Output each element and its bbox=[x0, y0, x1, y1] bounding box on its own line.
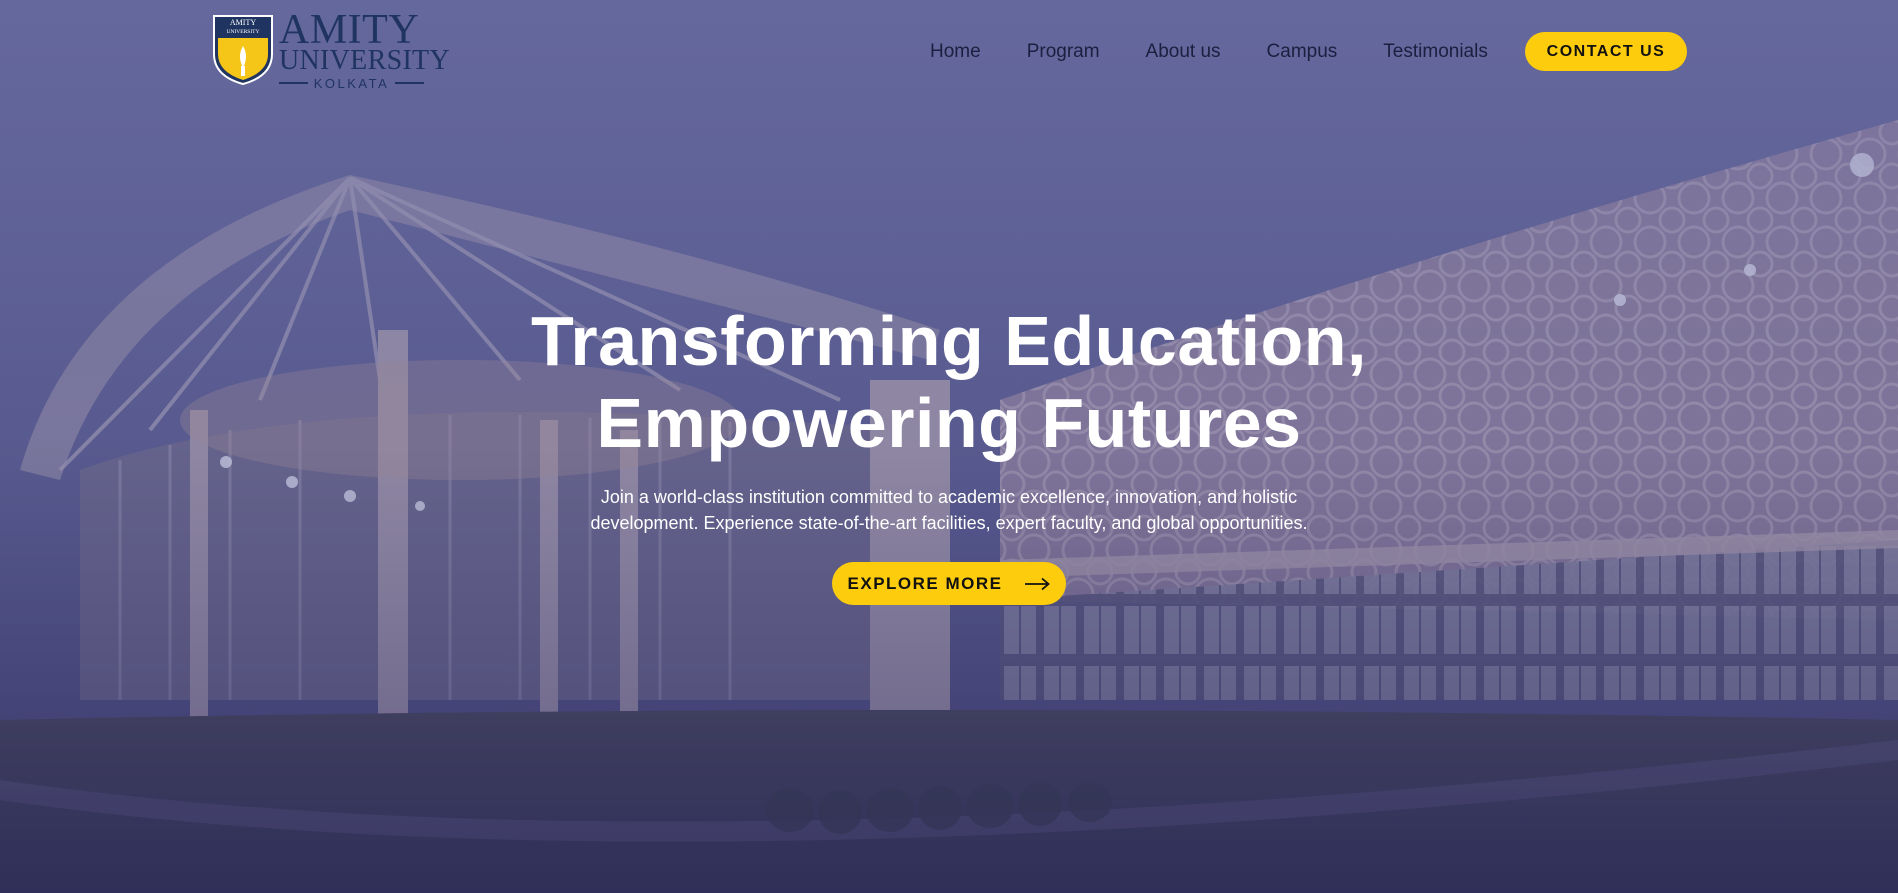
logo-amity-text: AMITY bbox=[279, 7, 420, 53]
nav-home-link[interactable]: Home bbox=[930, 38, 981, 66]
logo-rule-left bbox=[279, 82, 308, 84]
hero-subtitle: Join a world-class institution committed… bbox=[590, 487, 1308, 533]
logo-university-text: UNIVERSITY bbox=[279, 45, 450, 76]
hero-content: Transforming Education, Empowering Futur… bbox=[449, 300, 1449, 605]
svg-text:AMITY: AMITY bbox=[230, 18, 256, 27]
hero-title-line-1: Transforming Education, bbox=[530, 302, 1368, 380]
hero-section: AMITY UNIVERSITY AMITY UNIVERSITY KOLKAT… bbox=[0, 0, 1898, 893]
navbar: AMITY UNIVERSITY AMITY UNIVERSITY KOLKAT… bbox=[0, 0, 1898, 104]
nav-testimonials-link[interactable]: Testimonials bbox=[1383, 38, 1488, 66]
hero-title-line-2: Empowering Futures bbox=[596, 384, 1302, 462]
arrow-right-icon bbox=[1025, 577, 1051, 590]
logo-city-text: KOLKATA bbox=[313, 75, 390, 91]
logo-wordmark: AMITY UNIVERSITY KOLKATA bbox=[279, 7, 450, 91]
svg-text:UNIVERSITY: UNIVERSITY bbox=[227, 29, 260, 35]
logo-city-row: KOLKATA bbox=[279, 75, 425, 91]
logo-rule-right bbox=[395, 82, 425, 84]
explore-more-button[interactable]: EXPLORE MORE bbox=[832, 562, 1066, 605]
main-nav: Home Program About us Campus Testimonial… bbox=[930, 38, 1534, 66]
hero-title: Transforming Education, Empowering Futur… bbox=[449, 300, 1449, 464]
contact-us-button[interactable]: CONTACT US bbox=[1525, 32, 1687, 71]
nav-campus-link[interactable]: Campus bbox=[1267, 38, 1338, 66]
nav-about-link[interactable]: About us bbox=[1146, 38, 1221, 66]
amity-logo[interactable]: AMITY UNIVERSITY AMITY UNIVERSITY KOLKAT… bbox=[212, 7, 450, 91]
nav-program-link[interactable]: Program bbox=[1027, 38, 1100, 66]
explore-more-label: EXPLORE MORE bbox=[847, 573, 1003, 593]
shield-logo-icon: AMITY UNIVERSITY bbox=[213, 15, 273, 86]
